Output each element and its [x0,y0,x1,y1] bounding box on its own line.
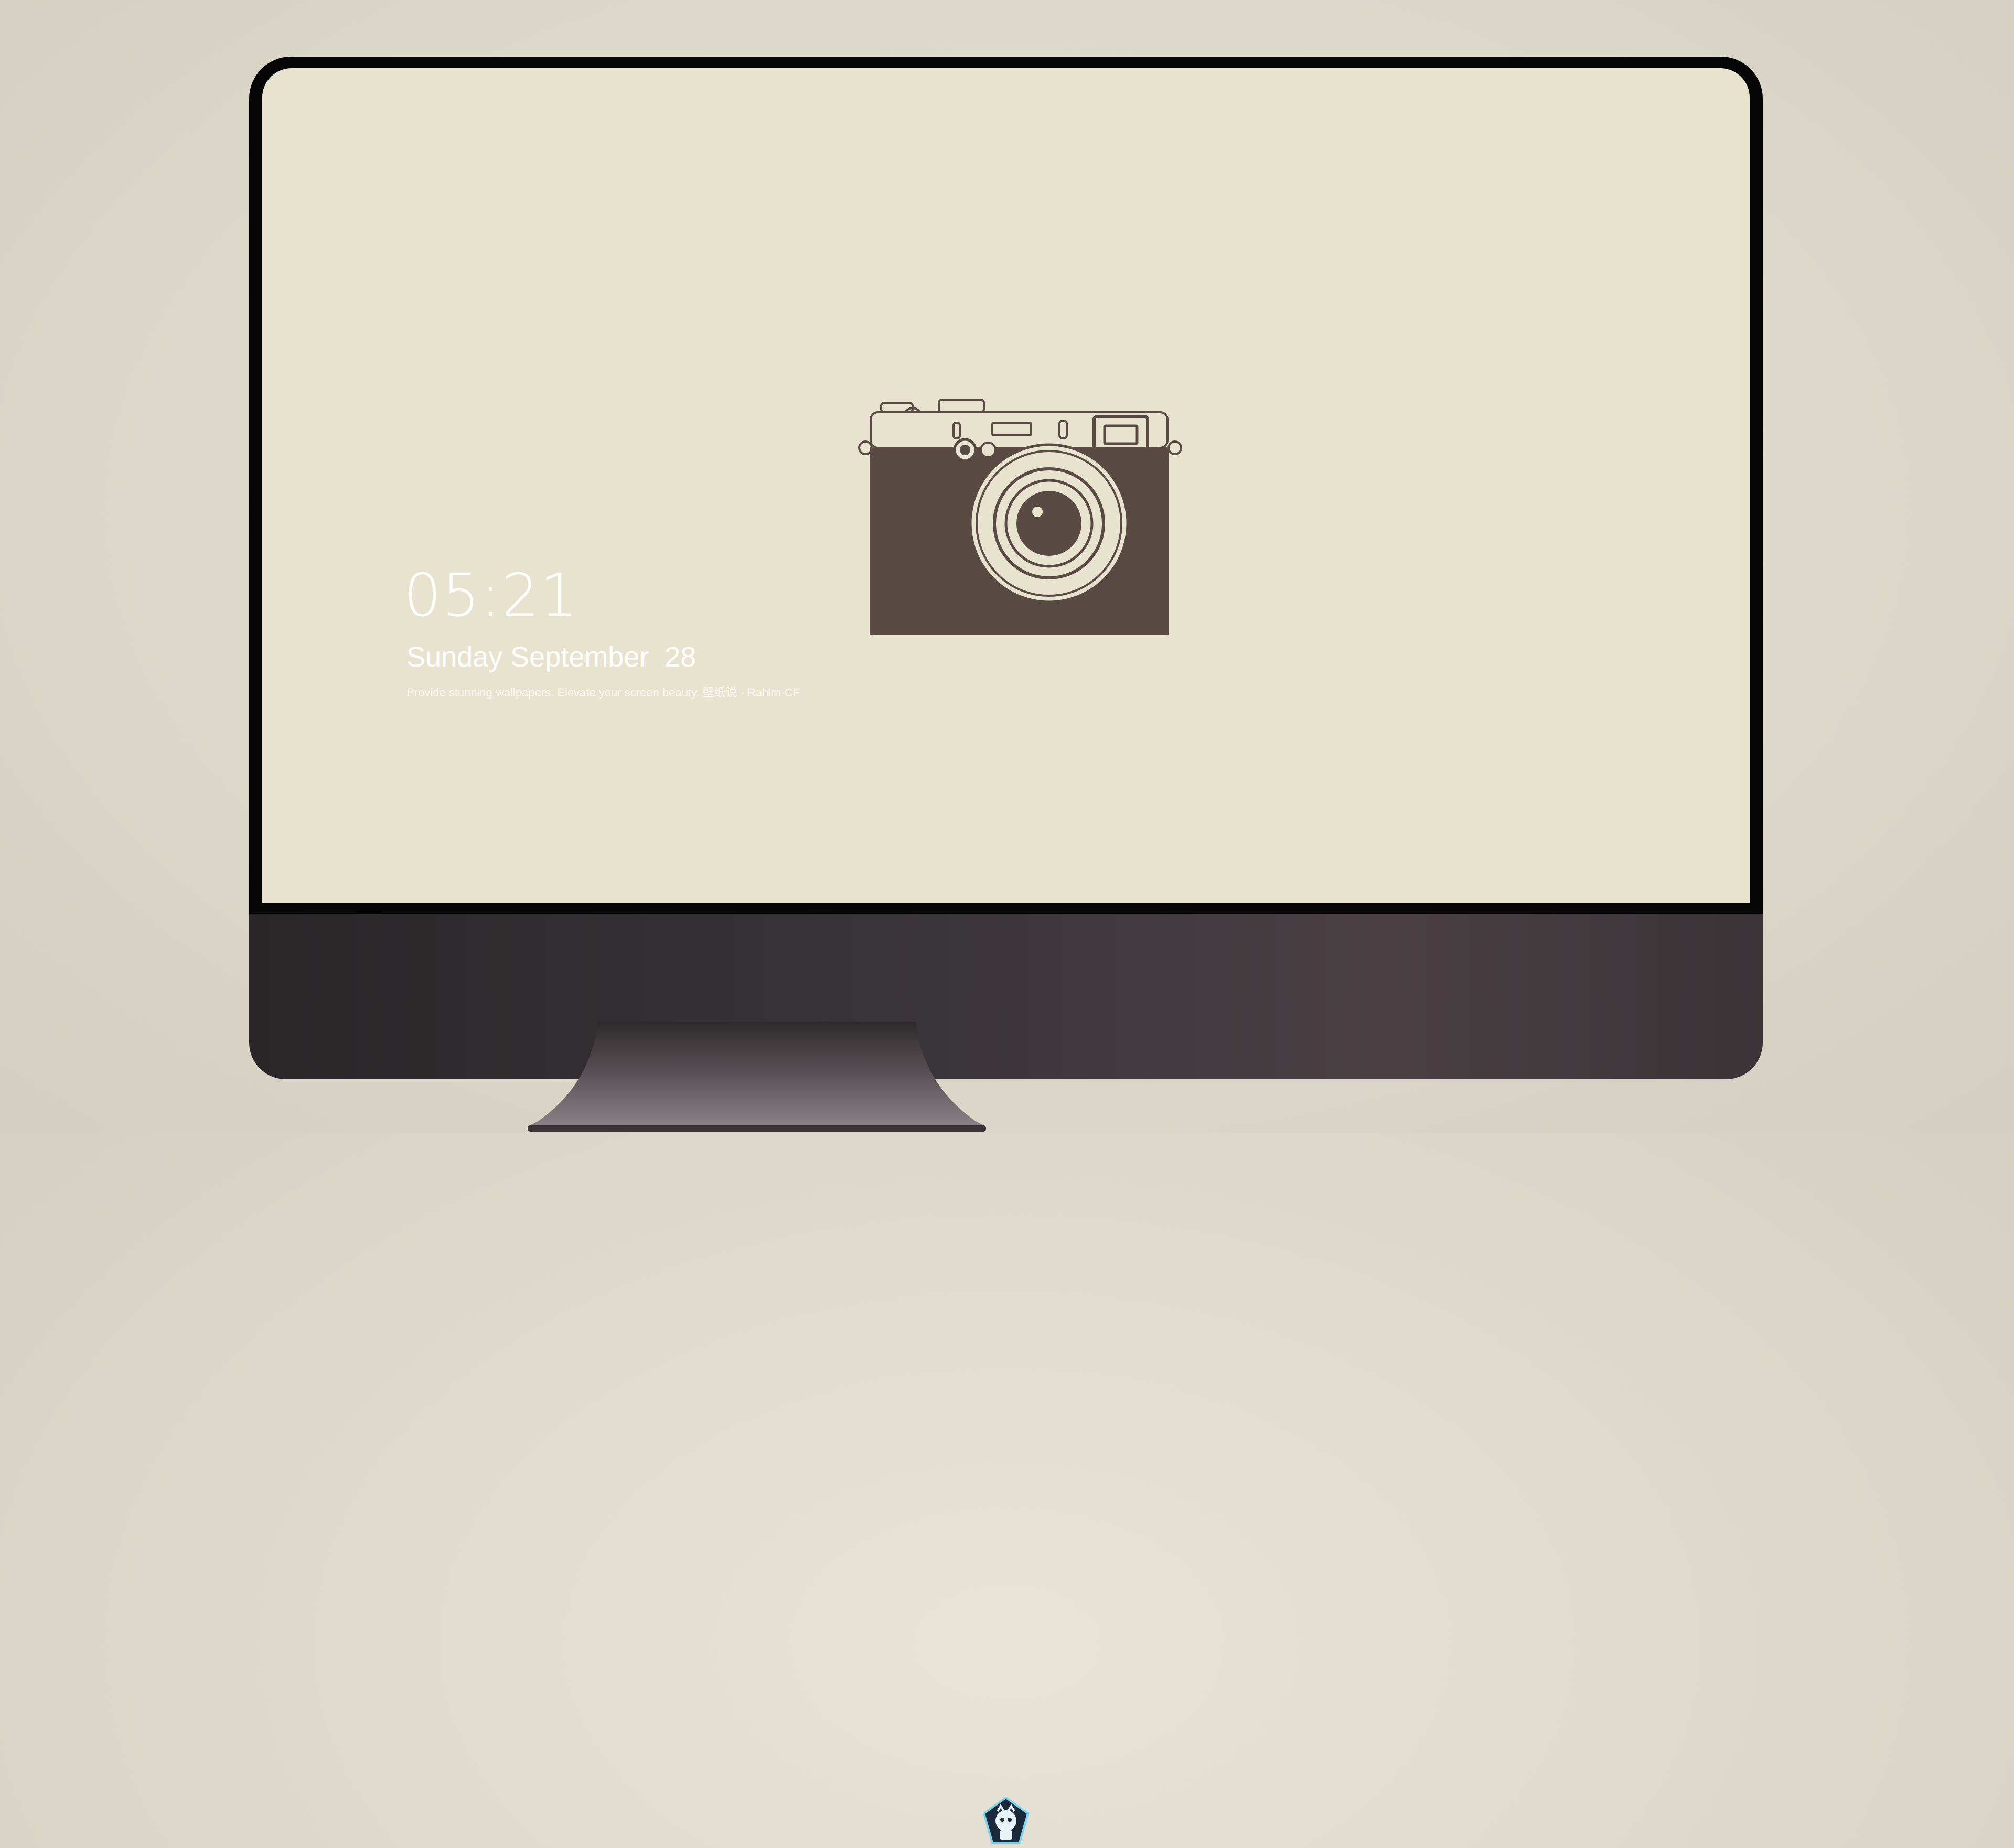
monitor-chin [249,914,1763,1844]
monitor-mascot-logo-icon [982,1796,1030,1844]
desktop-screen[interactable]: 05:21 Sunday September 28 Provide stunni… [262,68,1750,903]
retro-camera-icon [858,399,1182,635]
monitor-stand [528,1022,986,1132]
lock-date: Sunday September 28 [406,641,697,673]
monitor-bezel: 05:21 Sunday September 28 Provide stunni… [249,57,1763,918]
lock-clock: 05:21 [404,562,579,630]
monitor: 05:21 Sunday September 28 Provide stunni… [249,57,1763,1844]
wallpaper-tagline: Provide stunning wallpapers. Elevate you… [406,686,800,699]
